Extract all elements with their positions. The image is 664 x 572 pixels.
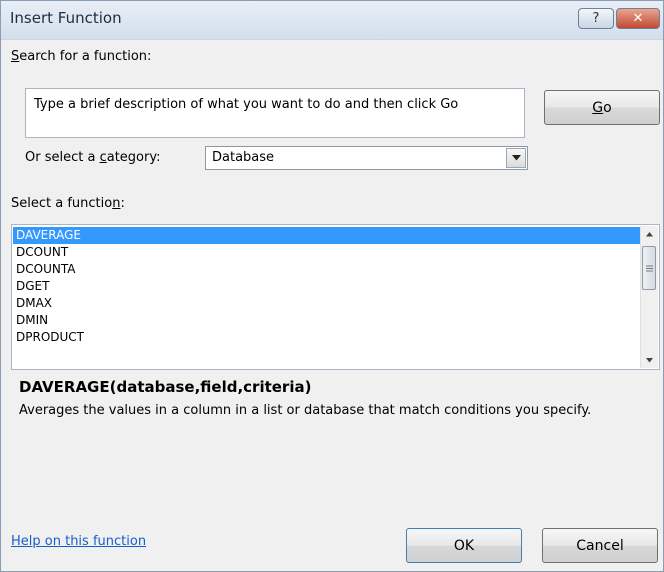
- function-signature: DAVERAGE(database,field,criteria): [19, 378, 312, 396]
- function-list-item[interactable]: DPRODUCT: [13, 329, 640, 346]
- category-selected-value: Database: [212, 150, 275, 165]
- go-button[interactable]: Go: [544, 90, 660, 125]
- function-list-item[interactable]: DGET: [13, 278, 640, 295]
- scrollbar-thumb[interactable]: [642, 246, 656, 290]
- scroll-down-icon: [646, 357, 653, 362]
- function-list-item[interactable]: DCOUNT: [13, 244, 640, 261]
- search-label: Search for a function:: [11, 49, 152, 64]
- function-list-item[interactable]: DAVERAGE: [13, 227, 640, 244]
- function-list-item[interactable]: DCOUNTA: [13, 261, 640, 278]
- insert-function-dialog: Insert Function ? ✕ Search for a functio…: [0, 0, 664, 572]
- function-listbox[interactable]: DAVERAGE DCOUNT DCOUNTA DGET DMAX DMIN DPRODUC…: [11, 224, 660, 370]
- help-on-function-link[interactable]: Help on this function: [11, 534, 146, 549]
- help-icon: ?: [592, 11, 600, 26]
- function-description: Averages the values in a column in a lis…: [19, 403, 592, 418]
- title-bar: Insert Function ? ✕: [1, 1, 663, 40]
- scroll-up-button[interactable]: [641, 226, 658, 242]
- function-list-label: Select a function:: [11, 196, 125, 211]
- dropdown-button[interactable]: [506, 148, 526, 168]
- function-list-item[interactable]: DMIN: [13, 312, 640, 329]
- chevron-down-icon: [511, 155, 521, 161]
- category-select[interactable]: Database: [205, 146, 528, 170]
- search-input[interactable]: Type a brief description of what you wan…: [25, 88, 525, 138]
- scroll-up-icon: [646, 231, 653, 236]
- function-list: DAVERAGE DCOUNT DCOUNTA DGET DMAX DMIN DPRODUC…: [13, 227, 640, 346]
- dialog-title: Insert Function: [10, 9, 122, 27]
- grip-icon: [645, 265, 653, 271]
- ok-button[interactable]: OK: [406, 528, 522, 563]
- scrollbar[interactable]: [640, 226, 658, 368]
- category-label: Or select a category:: [25, 150, 161, 165]
- scroll-down-button[interactable]: [641, 352, 658, 368]
- close-icon: ✕: [632, 11, 644, 26]
- function-list-item[interactable]: DMAX: [13, 295, 640, 312]
- cancel-button[interactable]: Cancel: [542, 528, 658, 563]
- close-button[interactable]: ✕: [616, 8, 660, 29]
- help-button[interactable]: ?: [578, 8, 614, 29]
